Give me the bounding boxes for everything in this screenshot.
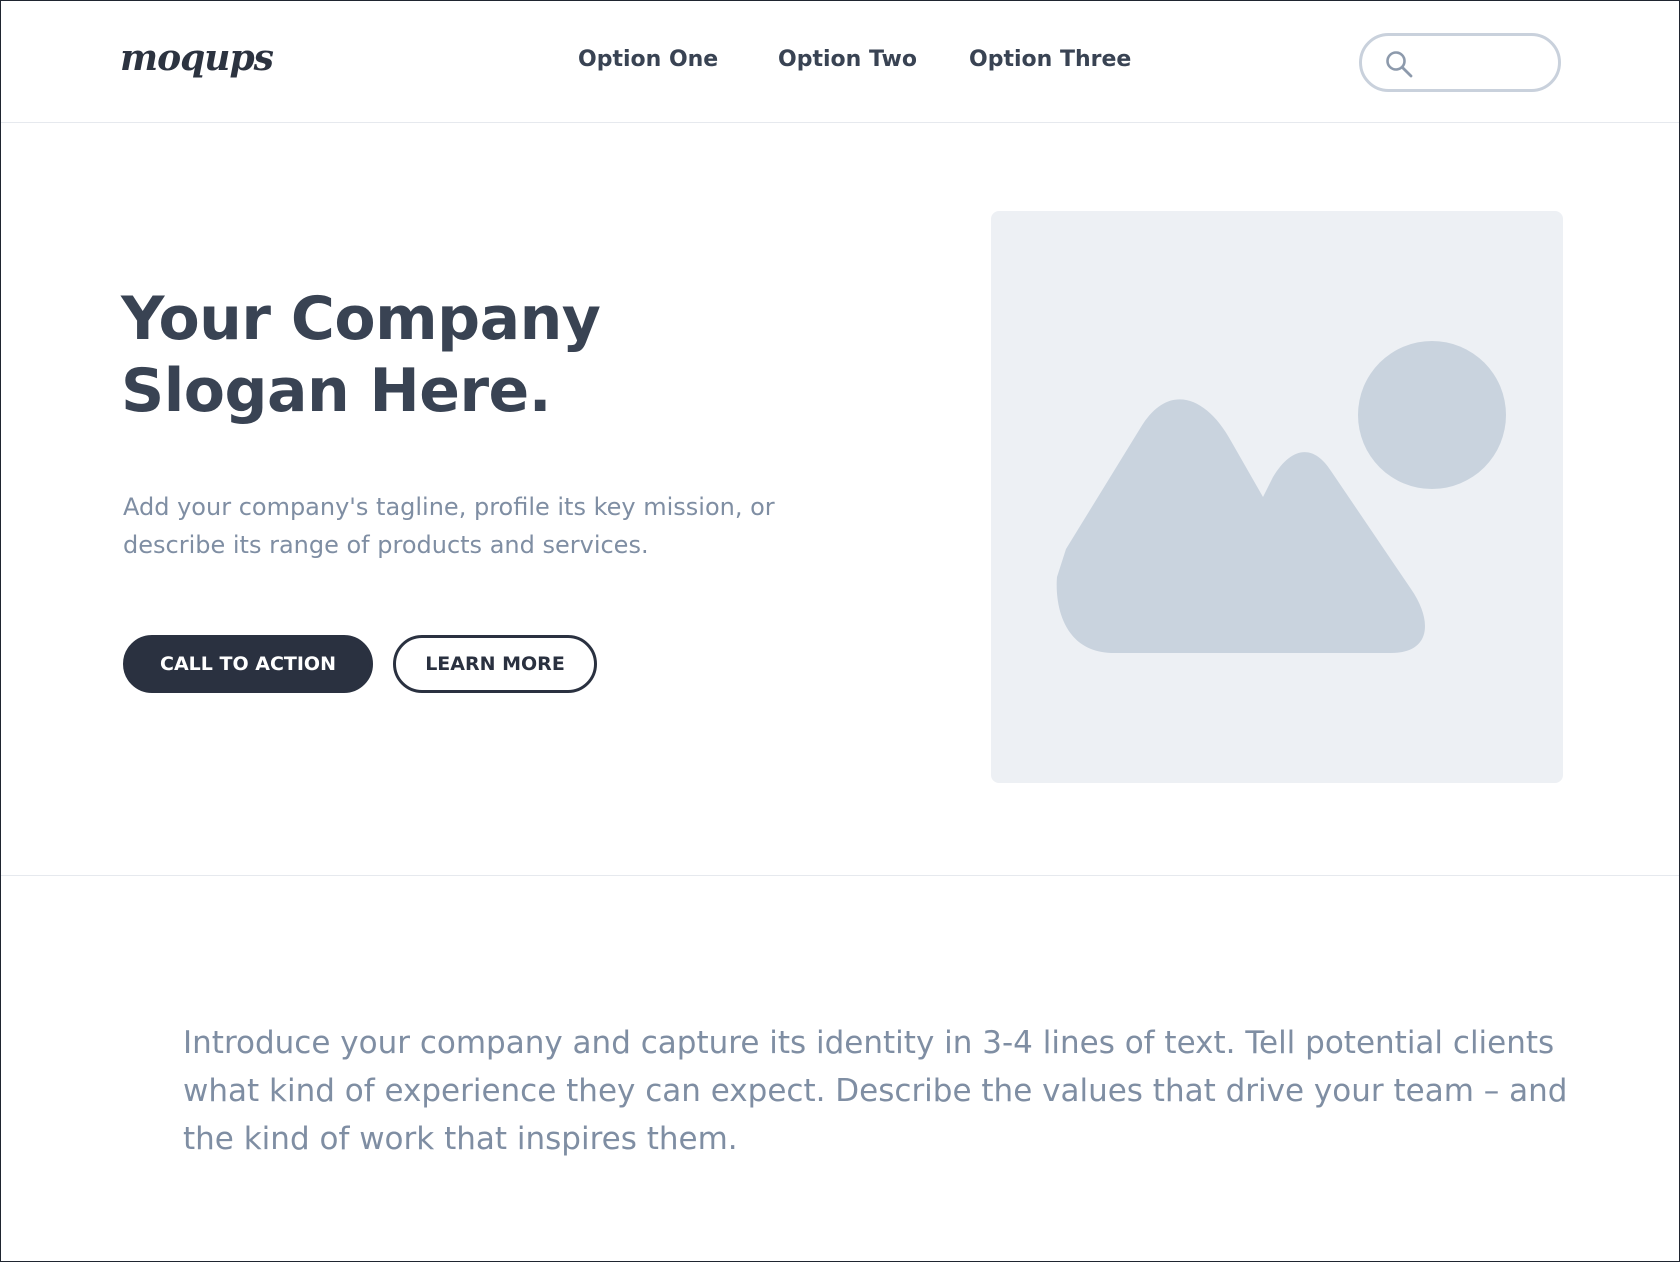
search-icon [1386,51,1413,78]
nav-item-option-two[interactable]: Option Two [778,47,917,72]
hero-title-line: Your Company [121,284,601,354]
tagline-line: Add your company's tagline, profile its … [123,493,775,521]
image-placeholder-icon [1056,341,1506,653]
hero-title-line: Slogan Here. [121,356,552,426]
intro-line: Introduce your company and capture its i… [183,1025,1555,1061]
site-header: moqups Option One Option Two Option Thre… [1,1,1679,123]
call-to-action-button[interactable]: CALL TO ACTION [123,635,373,693]
page: moqups Option One Option Two Option Thre… [0,0,1680,1262]
hero-image-placeholder [991,211,1563,783]
search-box[interactable] [1359,33,1561,92]
nav-item-option-one[interactable]: Option One [578,47,718,72]
intro-line: what kind of experience they can expect.… [183,1073,1568,1109]
learn-more-button[interactable]: LEARN MORE [393,635,597,693]
nav-item-option-three[interactable]: Option Three [969,47,1131,72]
search-input[interactable] [1422,46,1546,80]
intro-section: Introduce your company and capture its i… [183,1019,1568,1163]
section-divider [1,875,1679,876]
hero-title: Your Company Slogan Here. [121,283,821,427]
hero-tagline: Add your company's tagline, profile its … [123,488,843,564]
intro-line: the kind of work that inspires them. [183,1121,738,1157]
tagline-line: describe its range of products and servi… [123,531,649,559]
